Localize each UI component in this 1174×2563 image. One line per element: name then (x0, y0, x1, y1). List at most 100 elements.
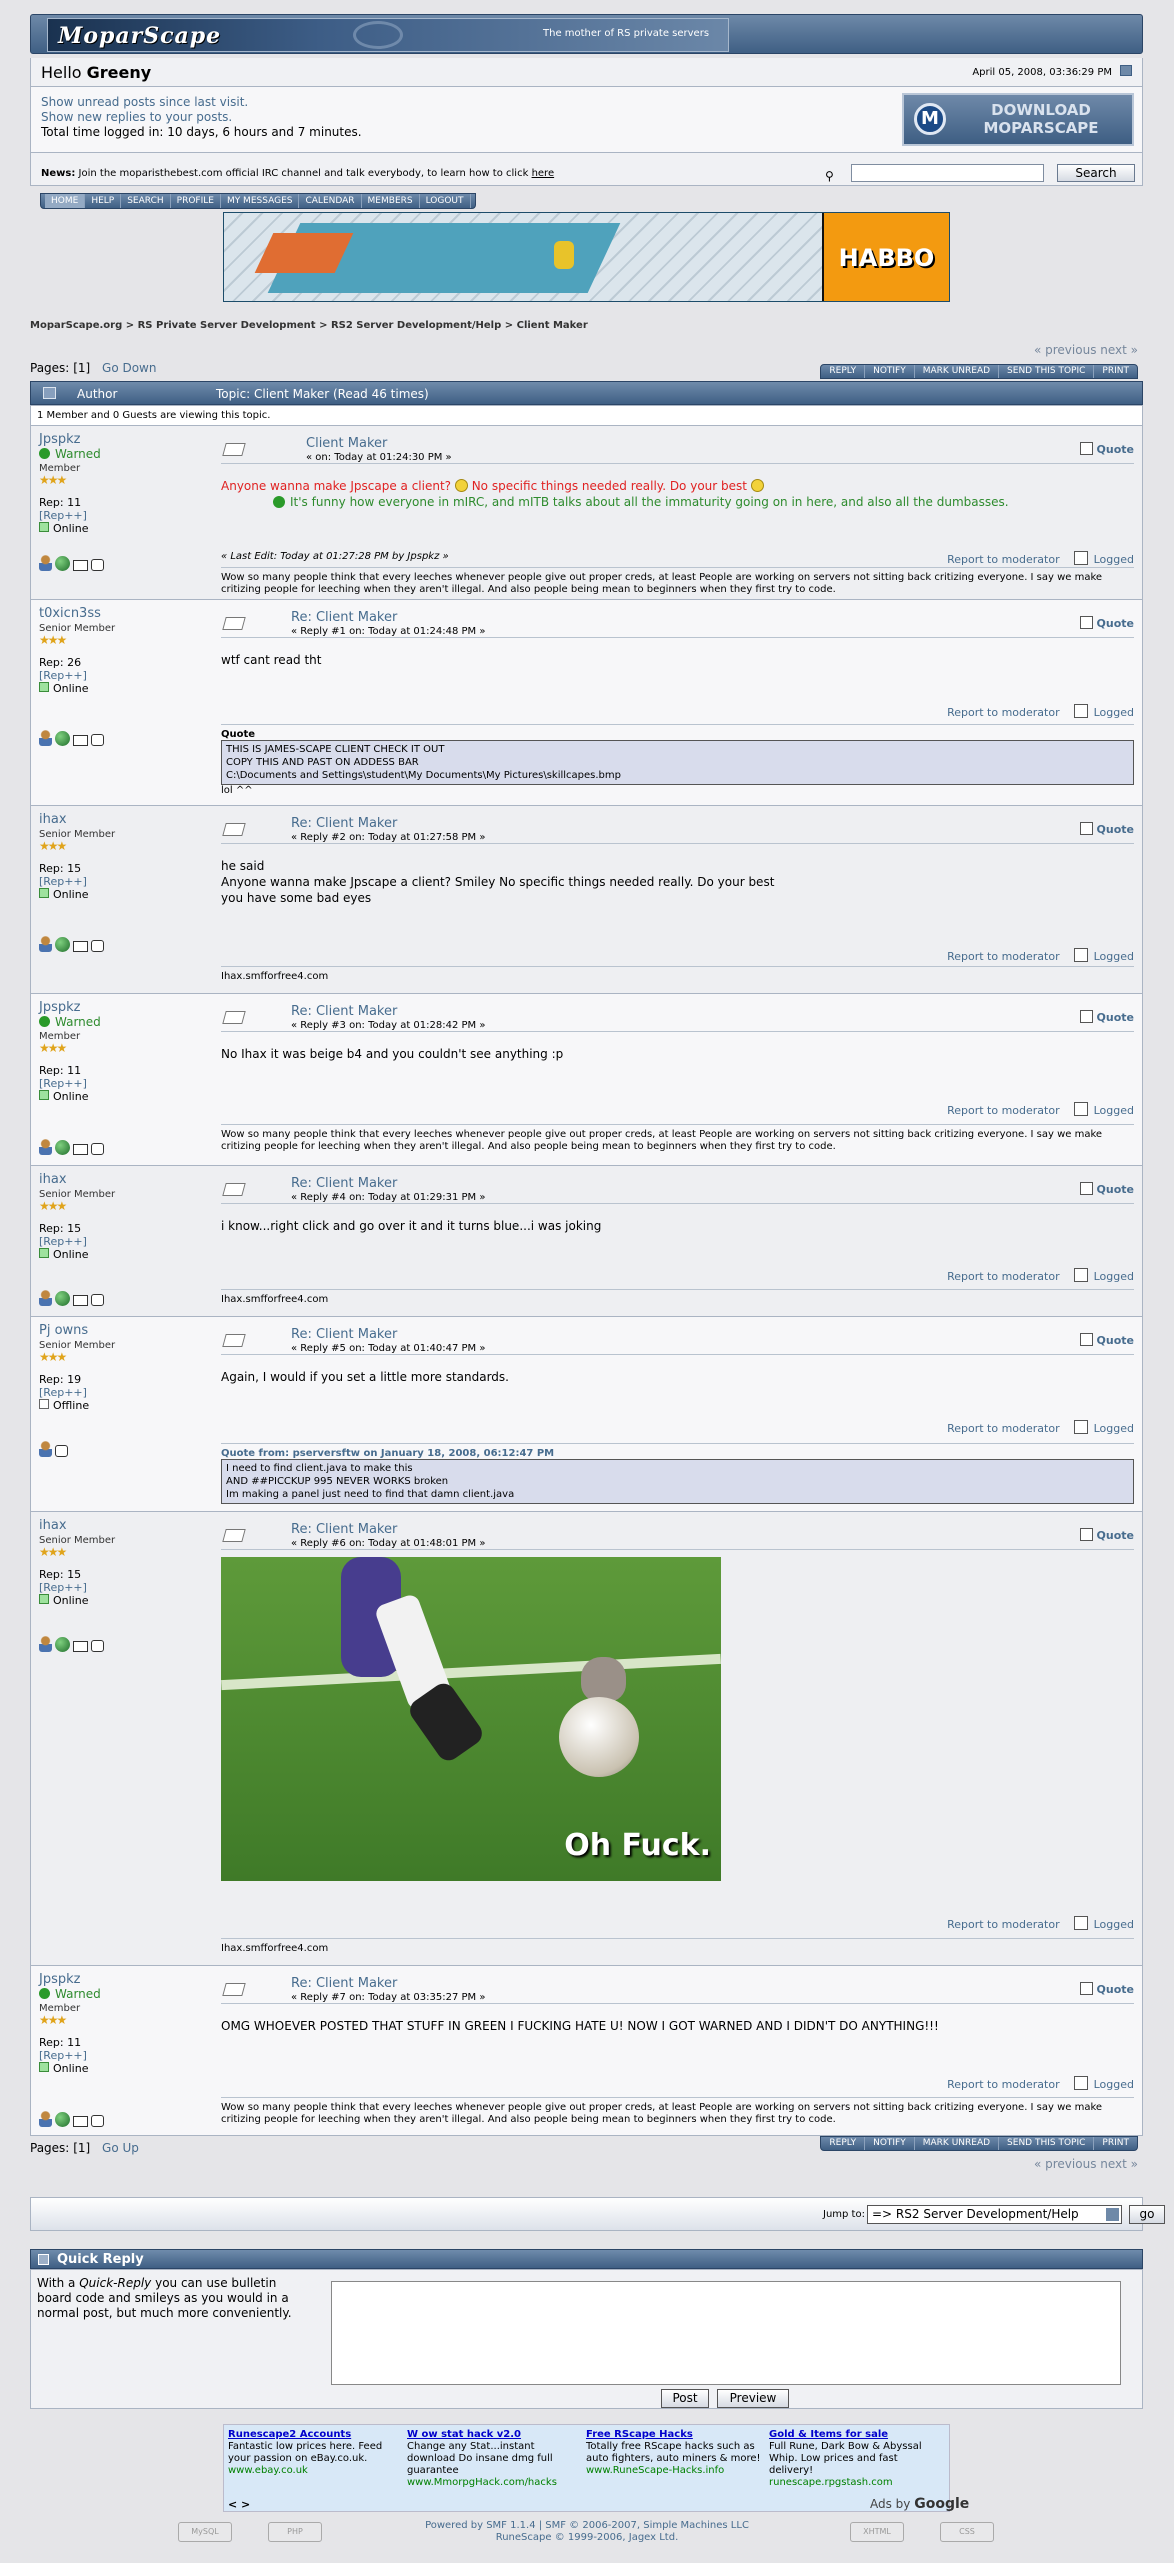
quote-button[interactable]: Quote (1080, 616, 1134, 630)
profile-icon[interactable] (39, 555, 52, 571)
post-subject[interactable]: Re: Client Maker (291, 1976, 397, 1991)
powered-by[interactable]: Powered by SMF 1.1.4 | SMF © 2006-2007, … (0, 2520, 1174, 2532)
website-icon[interactable] (55, 731, 70, 746)
ad-title[interactable]: Gold & Items for sale (769, 2429, 944, 2441)
menu-search[interactable]: SEARCH (121, 194, 171, 208)
site-logo[interactable]: MoparScape The mother of RS private serv… (47, 18, 729, 52)
quote-button[interactable]: Quote (1080, 1182, 1134, 1196)
go-down-link[interactable]: Go Down (102, 361, 156, 375)
poster-name[interactable]: Jpspkz (39, 432, 209, 447)
ads-by-google[interactable]: Ads by Google (870, 2496, 969, 2512)
send-topic-button[interactable]: SEND THIS TOPIC (998, 365, 1093, 378)
email-icon[interactable] (73, 1144, 88, 1155)
email-icon[interactable] (73, 735, 88, 746)
download-moparscape-banner[interactable]: M DOWNLOAD MOPARSCAPE (902, 93, 1134, 146)
website-icon[interactable] (55, 937, 70, 952)
go-button[interactable]: go (1129, 2205, 1165, 2224)
rep-plus-link[interactable]: [Rep++] (39, 1581, 209, 1594)
poster-name[interactable]: t0xicn3ss (39, 606, 209, 621)
ad-url[interactable]: www.MmorpgHack.com/hacks (407, 2477, 582, 2489)
pm-icon[interactable] (91, 559, 104, 571)
xhtml-badge-icon[interactable]: XHTML (850, 2522, 904, 2542)
print-button[interactable]: PRINT (1093, 365, 1137, 378)
menu-logout[interactable]: LOGOUT (420, 194, 471, 208)
post-subject[interactable]: Re: Client Maker (291, 1004, 397, 1019)
report-link[interactable]: Report to moderator (947, 1918, 1060, 1931)
jump-select[interactable]: => RS2 Server Development/Help (867, 2205, 1122, 2224)
rep-plus-link[interactable]: [Rep++] (39, 1235, 209, 1248)
ad-url[interactable]: www.ebay.co.uk (228, 2465, 403, 2477)
notify-button[interactable]: NOTIFY (864, 2137, 914, 2150)
email-icon[interactable] (73, 941, 88, 952)
ad-item[interactable]: Gold & Items for sale Full Rune, Dark Bo… (769, 2429, 944, 2489)
post-subject[interactable]: Re: Client Maker (291, 1522, 397, 1537)
menu-my-messages[interactable]: MY MESSAGES (221, 194, 300, 208)
poster-name[interactable]: Jpspkz (39, 1972, 209, 1987)
breadcrumb-topic[interactable]: Client Maker (517, 320, 588, 331)
profile-icon[interactable] (39, 1139, 52, 1155)
report-link[interactable]: Report to moderator (947, 706, 1060, 719)
ad-url[interactable]: www.RuneScape-Hacks.info (586, 2465, 761, 2477)
quote-header[interactable]: Quote from: pserversftw on January 18, 2… (221, 1448, 1134, 1459)
unread-posts-link[interactable]: Show unread posts since last visit. (41, 95, 362, 110)
ad-nav-arrows-icon[interactable]: < > (228, 2498, 250, 2511)
go-up-link[interactable]: Go Up (102, 2141, 139, 2155)
website-icon[interactable] (55, 1291, 70, 1306)
report-link[interactable]: Report to moderator (947, 1104, 1060, 1117)
pm-icon[interactable] (91, 1294, 104, 1306)
breadcrumb-category[interactable]: RS Private Server Development (138, 320, 316, 331)
rep-plus-link[interactable]: [Rep++] (39, 2049, 209, 2062)
ad-title[interactable]: Runescape2 Accounts (228, 2429, 403, 2441)
poster-name[interactable]: Pj owns (39, 1323, 209, 1338)
ad-title[interactable]: W ow stat hack v2.0 (407, 2429, 582, 2441)
rep-plus-link[interactable]: [Rep++] (39, 1077, 209, 1090)
email-icon[interactable] (73, 1641, 88, 1652)
ad-title[interactable]: Free RScape Hacks (586, 2429, 761, 2441)
report-link[interactable]: Report to moderator (947, 1422, 1060, 1435)
prev-next-top[interactable]: « previous next » (1034, 343, 1138, 357)
reply-button[interactable]: REPLY (821, 365, 864, 378)
post-subject[interactable]: Re: Client Maker (291, 1176, 397, 1191)
quick-reply-textarea[interactable] (331, 2281, 1121, 2385)
collapse-icon[interactable] (38, 2254, 49, 2265)
report-link[interactable]: Report to moderator (947, 553, 1060, 566)
preview-button[interactable]: Preview (717, 2389, 789, 2408)
css-badge-icon[interactable]: CSS (940, 2522, 994, 2542)
mark-unread-button[interactable]: MARK UNREAD (913, 365, 998, 378)
post-button[interactable]: Post (661, 2389, 709, 2408)
website-icon[interactable] (55, 1140, 70, 1155)
poster-name[interactable]: ihax (39, 1172, 209, 1187)
notify-button[interactable]: NOTIFY (864, 365, 914, 378)
post-subject[interactable]: Re: Client Maker (291, 1327, 397, 1342)
profile-icon[interactable] (39, 1290, 52, 1306)
breadcrumb-home[interactable]: MoparScape.org (30, 320, 122, 331)
quote-button[interactable]: Quote (1080, 1333, 1134, 1347)
prev-next-bottom[interactable]: « previous next » (1034, 2157, 1138, 2171)
profile-icon[interactable] (39, 2111, 52, 2127)
menu-profile[interactable]: PROFILE (171, 194, 221, 208)
post-subject[interactable]: Re: Client Maker (291, 610, 397, 625)
search-input[interactable] (851, 164, 1044, 182)
website-icon[interactable] (55, 2112, 70, 2127)
rep-plus-link[interactable]: [Rep++] (39, 669, 209, 682)
quote-button[interactable]: Quote (1080, 822, 1134, 836)
website-icon[interactable] (55, 556, 70, 571)
breadcrumb-board[interactable]: RS2 Server Development/Help (331, 320, 501, 331)
email-icon[interactable] (73, 560, 88, 571)
rep-plus-link[interactable]: [Rep++] (39, 509, 209, 522)
ad-item[interactable]: Runescape2 Accounts Fantastic low prices… (228, 2429, 403, 2477)
rep-plus-link[interactable]: [Rep++] (39, 875, 209, 888)
website-icon[interactable] (55, 1637, 70, 1652)
report-link[interactable]: Report to moderator (947, 950, 1060, 963)
menu-help[interactable]: HELP (85, 194, 122, 208)
quote-button[interactable]: Quote (1080, 442, 1134, 456)
pm-icon[interactable] (91, 1143, 104, 1155)
rep-plus-link[interactable]: [Rep++] (39, 1386, 209, 1399)
email-icon[interactable] (73, 2116, 88, 2127)
quick-reply-header[interactable]: Quick Reply (30, 2249, 1143, 2269)
menu-calendar[interactable]: CALENDAR (299, 194, 362, 208)
pm-icon[interactable] (91, 1640, 104, 1652)
quote-button[interactable]: Quote (1080, 1528, 1134, 1542)
profile-icon[interactable] (39, 1441, 52, 1457)
new-replies-link[interactable]: Show new replies to your posts. (41, 110, 362, 125)
